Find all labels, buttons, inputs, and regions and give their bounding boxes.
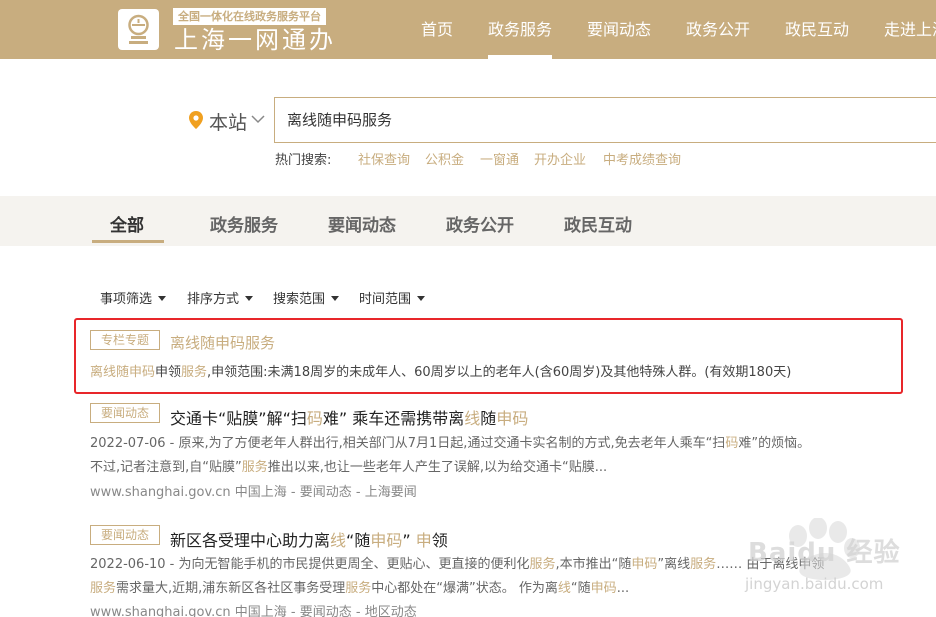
highlighted-keyword: 服务	[241, 460, 268, 475]
search-input[interactable]: 离线随申码服务	[274, 97, 936, 143]
highlighted-keyword: 申码	[370, 531, 403, 550]
watermark-brand: Baidu 经验	[748, 538, 901, 568]
caret-down-icon	[245, 296, 254, 301]
location-pin-icon	[189, 111, 203, 129]
filter-time[interactable]: 时间范围	[359, 288, 426, 307]
text-segment: ,申领范围:未满18周岁的未成年人、60周岁以上的老年人(含60周岁)及其他特殊…	[207, 365, 792, 380]
tab-news[interactable]: 要闻动态	[328, 211, 396, 236]
text-segment: 领	[431, 531, 448, 550]
watermark-url: jingyan.baidu.com	[745, 575, 884, 593]
caret-down-icon	[331, 296, 340, 301]
filter-sort[interactable]: 排序方式	[187, 288, 254, 307]
text-segment: 不过,记者注意到,自“贴膜”	[90, 460, 242, 475]
tab-active-indicator	[92, 240, 164, 243]
top-header: 全国一体化在线政务服务平台 上海一网通办 首页 政务服务 要闻动态 政务公开 政…	[0, 0, 936, 59]
hot-link-housing-fund[interactable]: 公积金	[425, 149, 464, 168]
platform-slogan: 全国一体化在线政务服务平台	[173, 8, 326, 25]
result-snippet-line: 2022-06-10 - 为向无智能手机的市民提供更周全、更贴心、更直接的便利化…	[90, 553, 824, 572]
highlighted-keyword: 申码	[631, 557, 658, 572]
nav-active-indicator	[488, 55, 552, 59]
highlighted-keyword: 服务	[181, 365, 208, 380]
highlighted-keyword: 线	[557, 581, 571, 596]
result-tag: 要闻动态	[90, 525, 160, 545]
search-query-text[interactable]: 离线随申码服务	[287, 109, 392, 130]
hot-link-social-security[interactable]: 社保查询	[358, 149, 410, 168]
text-segment: 难”的烦恼。	[738, 436, 811, 451]
nav-home[interactable]: 首页	[421, 0, 453, 59]
result-tag: 专栏专题	[90, 330, 160, 350]
highlighted-keyword: 服务	[345, 581, 372, 596]
highlighted-keyword: 码	[725, 436, 739, 451]
caret-down-icon	[417, 296, 426, 301]
result-tag: 要闻动态	[90, 403, 160, 423]
text-segment: ”	[402, 531, 416, 550]
tab-all[interactable]: 全部	[110, 211, 144, 236]
text-segment: 2022-07-06 - 原来,为了方便老年人群出行,相关部门从7月1日起,通过…	[90, 436, 726, 451]
text-segment: ,本市推出“随	[555, 557, 632, 572]
brand-name: 上海一网通办	[174, 26, 336, 54]
hot-link-start-business[interactable]: 开办企业	[534, 149, 586, 168]
highlighted-keyword: 码	[306, 409, 323, 428]
text-segment: 需求量大,近期,浦东新区各社区事务受理	[116, 581, 346, 596]
text-segment: ”离线	[657, 557, 691, 572]
text-segment: 中心都处在“爆满”状态。 作为离	[371, 581, 558, 596]
result-snippet-line: 2022-07-06 - 原来,为了方便老年人群出行,相关部门从7月1日起,通过…	[90, 432, 810, 451]
nav-enter-shanghai[interactable]: 走进上海	[884, 0, 936, 59]
result-title-link[interactable]: 离线随申码服务	[170, 332, 275, 353]
logo-emblem-icon	[128, 14, 149, 44]
text-segment: 随	[480, 409, 497, 428]
caret-down-icon	[158, 296, 167, 301]
highlighted-keyword: 服务	[690, 557, 717, 572]
hot-search-label: 热门搜索:	[275, 153, 332, 168]
text-segment: ...	[616, 581, 630, 596]
nav-interaction[interactable]: 政民互动	[785, 0, 849, 59]
tab-interaction[interactable]: 政民互动	[564, 211, 632, 236]
tab-government-services[interactable]: 政务服务	[210, 211, 278, 236]
result-source[interactable]: www.shanghai.gov.cn 中国上海 - 要闻动态 - 上海要闻	[90, 481, 417, 500]
result-title-link[interactable]: 交通卡“贴膜”解“扫码难” 乘车还需携带离线随申码	[170, 405, 528, 429]
site-logo[interactable]	[118, 9, 159, 50]
highlighted-keyword: 申码	[590, 581, 617, 596]
text-segment: 交通卡“贴膜”解“扫	[170, 409, 307, 428]
result-title-link[interactable]: 新区各受理中心助力离线“随申码” 申领	[170, 527, 448, 551]
nav-government-services[interactable]: 政务服务	[488, 0, 552, 59]
text-segment: 2022-06-10 - 为向无智能手机的市民提供更周全、更贴心、更直接的便利化	[90, 557, 530, 572]
result-snippet-line: 不过,记者注意到,自“贴膜”服务推出以来,也让一些老年人产生了误解,以为给交通卡…	[90, 456, 607, 475]
highlighted-keyword: 服务	[529, 557, 556, 572]
text-segment: “随	[346, 531, 371, 550]
filter-scope[interactable]: 搜索范围	[273, 288, 340, 307]
text-segment: “随	[570, 581, 591, 596]
highlighted-keyword: 线	[330, 531, 347, 550]
nav-public-affairs[interactable]: 政务公开	[686, 0, 750, 59]
filter-item-type[interactable]: 事项筛选	[100, 288, 167, 307]
text-segment: 难” 乘车还需携带离	[322, 409, 465, 428]
result-source[interactable]: www.shanghai.gov.cn 中国上海 - 要闻动态 - 地区动态	[90, 601, 417, 617]
text-segment: 推出以来,也让一些老年人产生了误解,以为给交通卡“贴膜...	[267, 460, 608, 475]
highlight-box	[74, 318, 903, 394]
hot-link-one-window[interactable]: 一窗通	[480, 149, 519, 168]
highlighted-keyword: 申	[415, 531, 432, 550]
text-segment: 申领	[155, 365, 182, 380]
nav-news[interactable]: 要闻动态	[587, 0, 651, 59]
highlighted-keyword: 服务	[90, 581, 117, 596]
result-snippet-line: 服务需求量大,近期,浦东新区各社区事务受理服务中心都处在“爆满”状态。 作为离线…	[90, 577, 629, 596]
hot-link-exam-scores[interactable]: 中考成绩查询	[603, 149, 681, 168]
result-description: 离线随申码申领服务,申领范围:未满18周岁的未成年人、60周岁以上的老年人(含6…	[90, 361, 791, 380]
search-scope-select[interactable]: 本站	[209, 108, 247, 135]
tab-public-affairs[interactable]: 政务公开	[446, 211, 514, 236]
highlighted-keyword: 离线随申码	[90, 365, 156, 380]
highlighted-keyword: 申码	[496, 409, 529, 428]
highlighted-keyword: 线	[464, 409, 481, 428]
chevron-down-icon[interactable]	[251, 115, 265, 124]
text-segment: 新区各受理中心助力离	[170, 531, 331, 550]
